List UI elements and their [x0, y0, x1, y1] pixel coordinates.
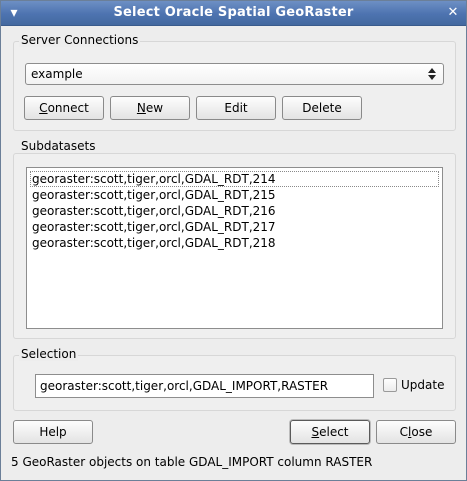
list-item[interactable]: georaster:scott,tiger,orcl,GDAL_RDT,218: [30, 235, 439, 251]
close-button[interactable]: Close: [376, 420, 456, 444]
help-button[interactable]: Help: [13, 420, 93, 444]
selection-input[interactable]: georaster:scott,tiger,orcl,GDAL_IMPORT,R…: [35, 374, 374, 398]
list-item[interactable]: georaster:scott,tiger,orcl,GDAL_RDT,216: [30, 203, 439, 219]
delete-button[interactable]: Delete: [282, 96, 362, 120]
edit-button[interactable]: Edit: [196, 96, 276, 120]
subdatasets-list[interactable]: georaster:scott,tiger,orcl,GDAL_RDT,214 …: [26, 167, 443, 329]
new-button[interactable]: New: [110, 96, 190, 120]
server-connection-select[interactable]: example: [25, 63, 444, 85]
dialog-window: ▾ Select Oracle Spatial GeoRaster ✕ Serv…: [0, 0, 467, 481]
updown-arrows-icon: [428, 68, 436, 80]
selected-connection-text: example: [31, 67, 83, 81]
update-checkbox-label[interactable]: Update: [401, 378, 444, 392]
connect-button[interactable]: Connect: [24, 96, 104, 120]
status-text: 5 GeoRaster objects on table GDAL_IMPORT…: [11, 455, 373, 469]
title-bar[interactable]: ▾ Select Oracle Spatial GeoRaster ✕: [1, 1, 466, 26]
window-title: Select Oracle Spatial GeoRaster: [113, 5, 354, 20]
list-item[interactable]: georaster:scott,tiger,orcl,GDAL_RDT,215: [30, 187, 439, 203]
select-button[interactable]: Select: [290, 420, 370, 444]
close-icon[interactable]: ✕: [444, 4, 462, 22]
selection-label: Selection: [19, 347, 79, 361]
update-checkbox[interactable]: [383, 378, 397, 392]
list-item[interactable]: georaster:scott,tiger,orcl,GDAL_RDT,214: [30, 171, 439, 187]
server-connections-label: Server Connections: [19, 33, 141, 47]
subdatasets-label: Subdatasets: [19, 139, 98, 153]
list-item[interactable]: georaster:scott,tiger,orcl,GDAL_RDT,217: [30, 219, 439, 235]
